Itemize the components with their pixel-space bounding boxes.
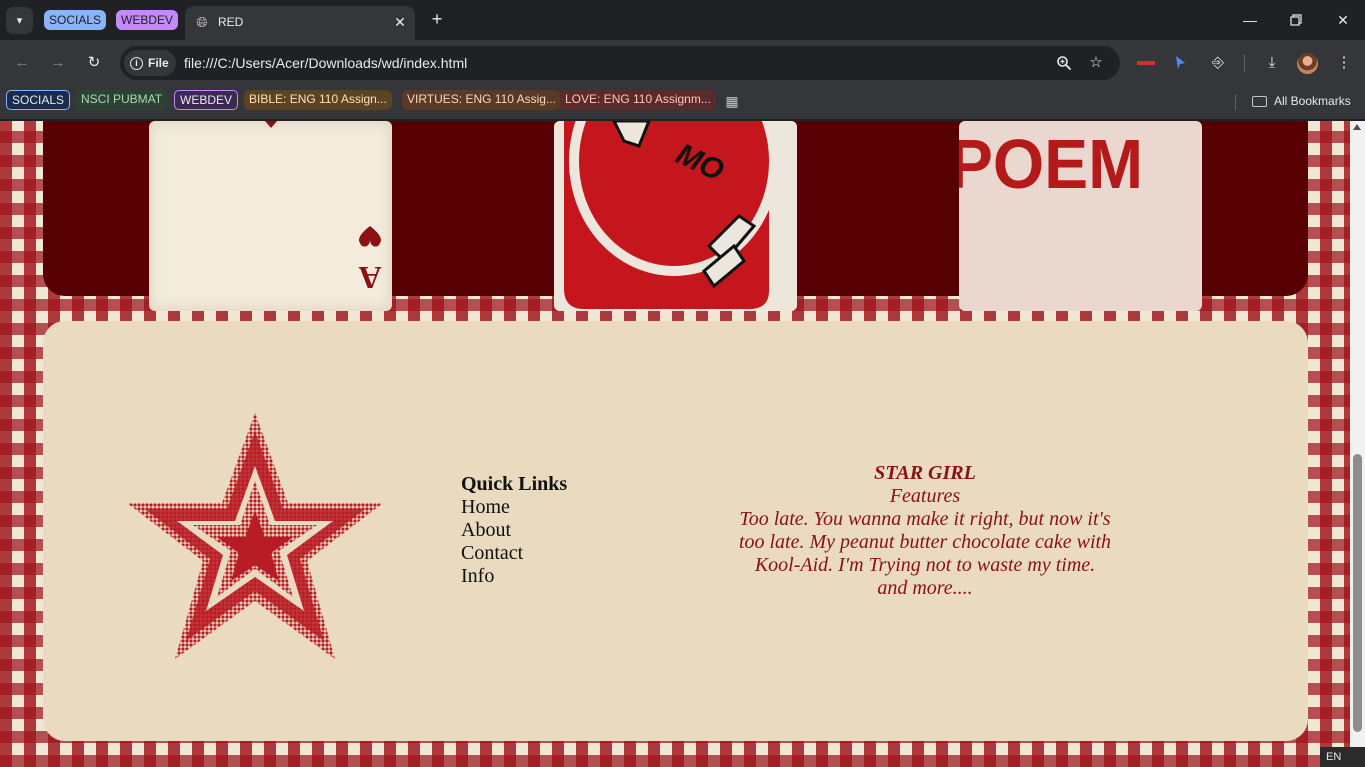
cursor-extension-icon: [1176, 56, 1185, 69]
ace-letter: A: [358, 260, 381, 296]
halftone-star-icon: [127, 413, 383, 659]
url-text[interactable]: file:///C:/Users/Acer/Downloads/wd/index…: [184, 55, 467, 71]
address-bar[interactable]: i File file:///C:/Users/Acer/Downloads/w…: [120, 46, 1120, 80]
scrollbar-thumb[interactable]: [1353, 454, 1362, 732]
profile-avatar[interactable]: [1297, 53, 1318, 74]
feature-line: Kool-Aid. I'm Trying not to waste my tim…: [754, 554, 1096, 576]
scroll-up-arrow-icon[interactable]: [1353, 124, 1361, 130]
quick-links-heading: Quick Links: [461, 473, 568, 495]
tab-search-button[interactable]: ▾: [6, 7, 33, 34]
globe-icon: 🌐︎: [196, 14, 208, 30]
bookmark-star-button[interactable]: ☆: [1086, 53, 1106, 73]
restore-button[interactable]: [1284, 8, 1308, 32]
site-info-button[interactable]: i File: [124, 50, 176, 76]
chevron-down-icon: ▾: [16, 15, 23, 27]
bookmarks-bar: SOCIALS NSCI PUBMAT WEBDEV BIBLE: ENG 11…: [0, 86, 1365, 120]
info-icon: i: [130, 56, 143, 70]
reload-button[interactable]: ↻: [83, 52, 105, 74]
bookmark-folder-webdev[interactable]: WEBDEV: [174, 90, 239, 110]
star-icon: ☆: [1089, 54, 1103, 71]
feature-title: STAR GIRL: [874, 462, 976, 484]
tab-red[interactable]: 🌐︎ RED ✕: [185, 6, 415, 40]
tab-close-icon[interactable]: ✕: [391, 12, 409, 32]
minimize-button[interactable]: —: [1238, 8, 1262, 32]
reload-icon: ↻: [87, 54, 101, 71]
browser-menu-button[interactable]: ⋮: [1333, 52, 1355, 74]
bookmark-folder-socials[interactable]: SOCIALS: [6, 90, 71, 110]
tab-group-socials[interactable]: SOCIALS: [44, 10, 107, 30]
browser-toolbar: ← → ↻ i File file:///C:/Users/Acer/Downl…: [0, 40, 1365, 86]
folder-icon: [1252, 95, 1267, 107]
close-icon: ✕: [1337, 12, 1349, 28]
all-bookmarks-label: All Bookmarks: [1274, 94, 1351, 108]
new-tab-button[interactable]: +: [426, 8, 448, 30]
apps-grid-icon[interactable]: ▦: [724, 93, 740, 109]
ace-of-hearts-card: A: [149, 121, 392, 311]
toolbar-divider: [1244, 54, 1245, 72]
extensions-button[interactable]: ⎆: [1207, 52, 1229, 74]
link-about[interactable]: About: [461, 519, 567, 542]
page-viewport: A MO POEM Quick Links Home About Contact…: [0, 121, 1350, 767]
site-info-label: File: [148, 56, 169, 70]
uno-card-art: MO: [554, 121, 797, 311]
zoom-button[interactable]: [1054, 53, 1074, 73]
bookmark-love-eng110[interactable]: LOVE: ENG 110 Assignm...: [560, 90, 716, 110]
footer-section: Quick Links Home About Contact Info STAR…: [43, 321, 1308, 741]
wave-extension-icon: [1137, 61, 1155, 65]
feature-more-link[interactable]: and more....: [715, 577, 1135, 600]
download-icon: ⤓: [1268, 54, 1276, 71]
kebab-menu-icon: ⋮: [1336, 54, 1352, 71]
minimize-icon: —: [1243, 12, 1257, 28]
puzzle-icon: ⎆: [1211, 54, 1224, 71]
poem-card-art: POEM: [959, 127, 1143, 204]
ace-card-art: A: [265, 121, 382, 296]
link-info[interactable]: Info: [461, 565, 567, 588]
zoom-icon: [1057, 56, 1072, 71]
restore-icon: [1290, 14, 1302, 26]
plus-icon: +: [431, 9, 443, 29]
poem-card: POEM: [959, 121, 1202, 311]
tab-group-webdev[interactable]: WEBDEV: [116, 10, 179, 30]
uno-reverse-card: MO: [554, 121, 797, 311]
arrow-right-icon: →: [50, 54, 66, 71]
feature-line: too late. My peanut butter chocolate cak…: [738, 531, 1112, 553]
tab-strip: ▾ SOCIALS WEBDEV 🌐︎ RED ✕ + — ✕: [0, 0, 1365, 40]
link-contact[interactable]: Contact: [461, 542, 567, 565]
gallery-section: A MO POEM: [43, 121, 1308, 311]
link-home[interactable]: Home: [461, 496, 567, 519]
bookmark-bible-eng110[interactable]: BIBLE: ENG 110 Assign...: [244, 90, 392, 110]
downloads-button[interactable]: ⤓: [1261, 52, 1283, 74]
arrow-left-icon: ←: [14, 54, 30, 71]
bookmarks-divider: [1235, 94, 1236, 110]
star-girl-feature: STAR GIRL Features Too late. You wanna m…: [715, 462, 1135, 600]
all-bookmarks-button[interactable]: All Bookmarks: [1252, 93, 1351, 109]
language-indicator[interactable]: EN: [1320, 747, 1365, 767]
quick-links: Quick Links Home About Contact Info: [461, 473, 567, 588]
poem-text: POEM: [959, 127, 1143, 204]
bookmark-virtues-eng110[interactable]: VIRTUES: ENG 110 Assig...: [402, 90, 561, 110]
close-window-button[interactable]: ✕: [1331, 8, 1355, 32]
feature-line: Too late. You wanna make it right, but n…: [739, 508, 1111, 530]
bookmark-nsci-pubmat[interactable]: NSCI PUBMAT: [76, 90, 168, 110]
cursor-extension-button[interactable]: [1169, 52, 1191, 74]
feature-subtitle: Features: [889, 485, 961, 507]
wave-extension-button[interactable]: [1135, 52, 1157, 74]
tab-title: RED: [218, 15, 244, 29]
back-button[interactable]: ←: [11, 52, 33, 74]
forward-button[interactable]: →: [47, 52, 69, 74]
page-scrollbar[interactable]: [1350, 121, 1365, 767]
